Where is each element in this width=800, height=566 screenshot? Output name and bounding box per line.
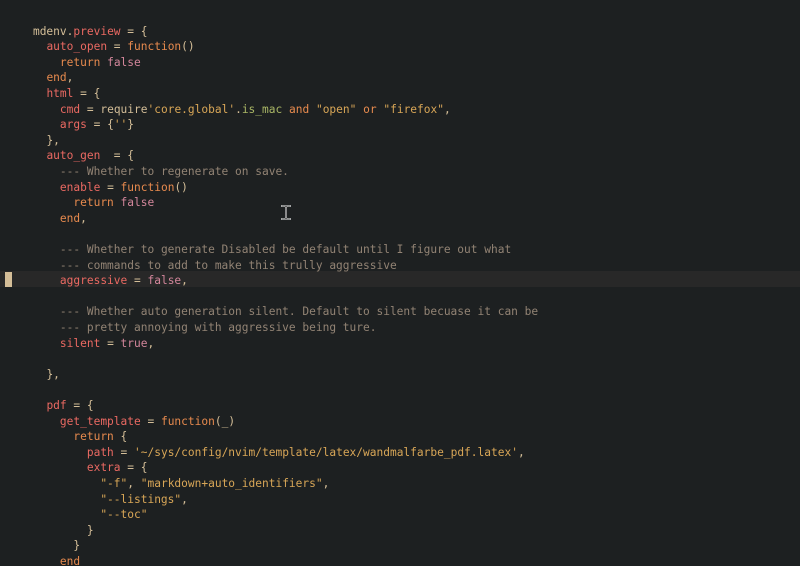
code-line: --- pretty annoying with aggressive bein…: [6, 304, 377, 334]
token: ,: [517, 445, 525, 459]
code-line: end,: [6, 195, 87, 225]
code-line: }: [6, 507, 94, 537]
token: aggressive: [59, 274, 128, 288]
token: =: [140, 414, 161, 428]
token: and: [288, 102, 310, 116]
token: (): [174, 180, 188, 194]
code-line: auto_gen = {: [6, 133, 134, 162]
code-line: cmd = require'core.global'.is_mac and "o…: [6, 86, 451, 116]
token: }: [127, 118, 135, 132]
code-line: silent = true,: [6, 320, 154, 350]
token: }: [86, 523, 94, 537]
code-line: "-f", "markdown+auto_identifiers",: [6, 460, 329, 490]
token: .: [235, 102, 242, 116]
token: ,: [443, 102, 451, 116]
code-line: path = '~/sys/config/nvim/template/latex…: [6, 429, 525, 459]
code-line: get_template = function(_): [6, 398, 235, 428]
code-line: auto_open = function(): [6, 24, 194, 53]
text-ibeam-icon: [281, 205, 291, 220]
token: false: [107, 55, 141, 69]
code-line: }: [6, 554, 53, 566]
code-editor[interactable]: mdenv.preview = { auto_open = function()…: [0, 0, 800, 566]
code-line: --- Whether to regenerate on save.: [6, 148, 289, 178]
token: false: [147, 274, 182, 288]
code-line: }: [6, 523, 80, 552]
token: false: [120, 196, 155, 210]
token: (): [181, 40, 195, 54]
token: "firefox": [383, 102, 444, 116]
token: 'core.global': [147, 102, 236, 116]
code-line: enable = function(): [6, 164, 188, 194]
code-line: return {: [6, 414, 127, 443]
code-line: html = {: [6, 70, 100, 100]
code-line: pdf = {: [6, 382, 93, 412]
token: args: [59, 118, 87, 132]
token: "open": [315, 102, 357, 116]
code-line: return false: [6, 180, 154, 209]
code-line: --- Whether to generate Disabled be defa…: [6, 226, 511, 256]
code-line: },: [6, 351, 59, 381]
token: ,: [322, 476, 330, 490]
token: ,: [147, 336, 155, 350]
code-line: "--toc": [6, 492, 147, 521]
code-line: },: [6, 117, 59, 147]
code-line: end,: [6, 55, 73, 84]
token: ,: [181, 274, 188, 288]
token: silent: [59, 336, 101, 350]
token: '~/sys/config/nvim/template/latex/wandma…: [134, 445, 518, 459]
token: end: [59, 554, 81, 566]
code-line: "--listings",: [6, 476, 188, 506]
token: is_mac: [241, 102, 283, 116]
token: ,: [80, 211, 87, 225]
token: '': [113, 118, 128, 132]
token: true: [120, 336, 148, 350]
code-line: return false: [6, 39, 141, 69]
token: (_): [214, 414, 236, 428]
token: = {: [86, 118, 114, 132]
code-line: mdenv.preview = {: [6, 8, 148, 38]
code-line: aggressive = false,: [6, 258, 188, 287]
token: },: [46, 367, 60, 381]
code-line: extra = {: [6, 445, 148, 474]
token: function: [160, 414, 215, 428]
code-line: --- Whether auto generation silent. Defa…: [6, 289, 538, 318]
token: ,: [181, 492, 188, 506]
token: =: [100, 336, 121, 350]
token: "--toc": [100, 508, 148, 522]
token: or: [363, 102, 377, 116]
code-line: args = {''}: [6, 102, 134, 131]
code-line: end: [6, 538, 80, 566]
code-line: --- commands to add to make this trully …: [6, 242, 397, 272]
token: =: [127, 274, 148, 288]
token: end: [59, 211, 81, 225]
